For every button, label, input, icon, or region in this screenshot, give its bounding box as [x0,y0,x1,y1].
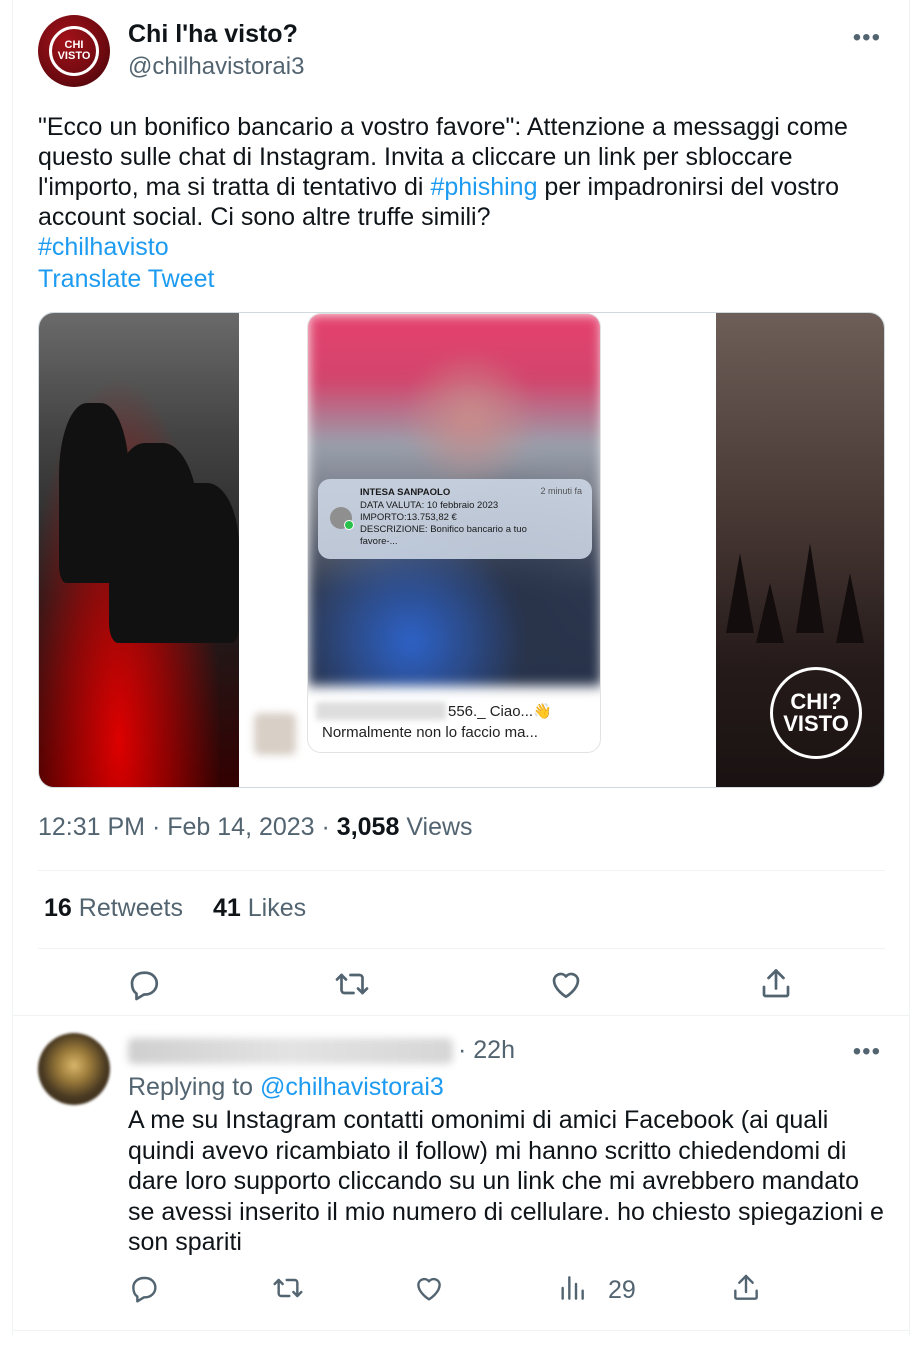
notification-line1: DATA VALUTA: 10 febbraio 2023 [360,500,499,511]
reply-actions [0,1270,923,1310]
tweet-stats: 16 Retweets 41 Likes [44,894,306,923]
message-preview-line2: Normalmente non lo faccio ma... [322,724,538,741]
divider [38,870,885,871]
chilhavisto-logo: CHI VISTO [49,26,99,76]
retweets-label: Retweets [78,894,183,922]
divider [38,948,885,949]
replying-to: Replying to @chilhavistorai3 [128,1073,444,1102]
like-icon[interactable] [548,966,588,1006]
author-display-name[interactable]: Chi l'ha visto? [128,20,298,49]
hashtag-chilhavisto[interactable]: #chilhavisto [38,233,169,261]
reply-author-avatar[interactable] [38,1033,110,1105]
tweet-text: "Ecco un bonifico bancario a vostro favo… [38,112,878,262]
likes-label: Likes [247,894,307,922]
message-preview-line1: 556._ Ciao...👋 [448,703,552,720]
hashtag-phishing[interactable]: #phishing [430,173,537,201]
views-icon[interactable] [556,1272,596,1312]
like-icon[interactable] [413,1272,453,1312]
more-icon[interactable]: ••• [853,24,881,52]
divider [12,1015,910,1016]
notification-bank: INTESA SANPAOLO [360,487,451,498]
replying-to-handle[interactable]: @chilhavistorai3 [260,1073,444,1101]
author-avatar[interactable]: CHI VISTO [38,15,110,87]
reply-author-name-blurred[interactable] [128,1038,453,1064]
replying-prefix: Replying to [128,1073,254,1101]
divider [12,1330,910,1331]
forest-dark-photo: CHI? VISTO [716,313,884,787]
blurred-sender-avatar [254,713,296,755]
tweet-meta: 12:31 PM · Feb 14, 2023 · 3,058 Views [38,813,473,841]
translate-tweet-link[interactable]: Translate Tweet [38,265,214,294]
retweet-icon[interactable] [334,966,374,1006]
blurred-username [316,702,446,720]
tweet-media[interactable]: INTESA SANPAOLO 2 minuti fa DATA VALUTA:… [38,312,885,788]
notification-line4: favore-... [360,536,398,547]
retweet-icon[interactable] [272,1272,312,1312]
reply-icon[interactable] [126,966,166,1006]
retweets-stat[interactable]: 16 Retweets [44,894,183,922]
notification-app-icon [330,507,354,530]
forest-red-photo [39,313,239,787]
tweet-date[interactable]: Feb 14, 2023 [167,813,314,841]
instagram-screenshot: INTESA SANPAOLO 2 minuti fa DATA VALUTA:… [307,313,601,753]
chilhavisto-watermark-logo: CHI? VISTO [770,667,862,759]
tweet-time[interactable]: 12:31 PM [38,813,145,841]
notification-line3: DESCRIZIONE: Bonifico bancario a tuo [360,524,527,535]
views-label: Views [406,813,473,841]
reply-text: A me su Instagram contatti omonimi di am… [128,1106,884,1256]
reply-more-icon[interactable]: ••• [853,1038,881,1066]
notification-time: 2 minuti fa [540,486,582,496]
reply-time[interactable]: · 22h [458,1036,515,1065]
bank-notification: INTESA SANPAOLO 2 minuti fa DATA VALUTA:… [318,479,592,559]
likes-count: 41 [212,894,241,922]
views-count: 3,058 [336,813,400,841]
share-icon[interactable] [758,966,798,1006]
reply-icon[interactable] [128,1272,168,1312]
notification-line2: IMPORTO:13.753,82 € [360,512,457,523]
share-icon[interactable] [730,1272,770,1312]
retweets-count: 16 [44,894,72,922]
author-handle[interactable]: @chilhavistorai3 [128,53,304,81]
reply-views-count: 29 [608,1276,636,1304]
likes-stat[interactable]: 41 Likes [213,894,306,922]
tweet-actions [0,962,923,1010]
